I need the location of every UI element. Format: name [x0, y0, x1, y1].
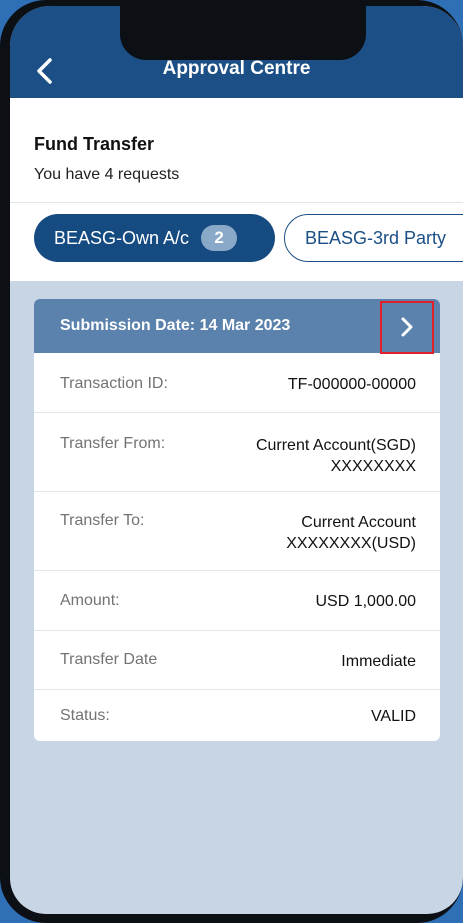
status-value: VALID [370, 708, 416, 725]
account-tabs: BEASG-Own A/c 2 BEASG-3rd Party [10, 203, 463, 281]
row-amount: Amount: USD 1,000.00 [34, 571, 440, 631]
to-account-number: XXXXXXXX(USD) [286, 535, 416, 552]
row-label: Transfer From: [60, 435, 166, 452]
row-transfer-date: Transfer Date Immediate [34, 631, 440, 690]
open-request-button[interactable] [380, 301, 434, 354]
request-count-text: You have 4 requests [34, 166, 180, 183]
row-transfer-to: Transfer To: Current Account XXXXXXXX(US… [34, 492, 440, 571]
submission-date: Submission Date: 14 Mar 2023 [60, 317, 291, 334]
row-status: Status: VALID [34, 690, 440, 741]
tab-count-badge: 2 [201, 225, 238, 251]
transaction-id-value: TF-000000-00000 [287, 376, 416, 393]
phone-notch [120, 6, 366, 60]
row-value: Current Account XXXXXXXX(USD) [286, 512, 416, 554]
app-screen: Approval Centre Fund Transfer You have 4… [10, 6, 463, 914]
row-value: Current Account(SGD) XXXXXXXX [256, 435, 416, 477]
from-account-name: Current Account(SGD) [255, 437, 416, 454]
row-transfer-from: Transfer From: Current Account(SGD) XXXX… [34, 413, 440, 492]
row-label: Transfer Date [60, 651, 158, 668]
request-card: Submission Date: 14 Mar 2023 Transaction… [34, 299, 440, 741]
tab-beasg-3rd-party[interactable]: BEASG-3rd Party [284, 214, 463, 262]
row-label: Status: [60, 707, 110, 724]
tab-label: BEASG-Own A/c [54, 227, 190, 248]
page-title: Approval Centre [162, 58, 311, 79]
to-account-name: Current Account [301, 514, 416, 531]
phone-frame: Approval Centre Fund Transfer You have 4… [0, 0, 463, 923]
transfer-date-value: Immediate [341, 653, 416, 670]
amount-value: USD 1,000.00 [315, 593, 416, 610]
row-value: Immediate [341, 651, 416, 672]
tab-beasg-own[interactable]: BEASG-Own A/c 2 [34, 214, 275, 262]
tab-label: BEASG-3rd Party [305, 227, 447, 248]
row-value: VALID [371, 706, 416, 727]
from-account-number: XXXXXXXX [330, 458, 416, 475]
row-value: USD 1,000.00 [315, 591, 416, 612]
fund-transfer-header: Fund Transfer You have 4 requests [10, 98, 463, 203]
row-label: Amount: [60, 592, 120, 609]
row-label: Transaction ID: [60, 375, 168, 392]
row-transaction-id: Transaction ID: TF-000000-00000 [34, 353, 440, 413]
chevron-right-icon [401, 317, 413, 337]
section-title: Fund Transfer [34, 134, 155, 154]
row-label: Transfer To: [60, 512, 145, 529]
row-value: TF-000000-00000 [288, 374, 416, 395]
card-header[interactable]: Submission Date: 14 Mar 2023 [34, 299, 440, 354]
